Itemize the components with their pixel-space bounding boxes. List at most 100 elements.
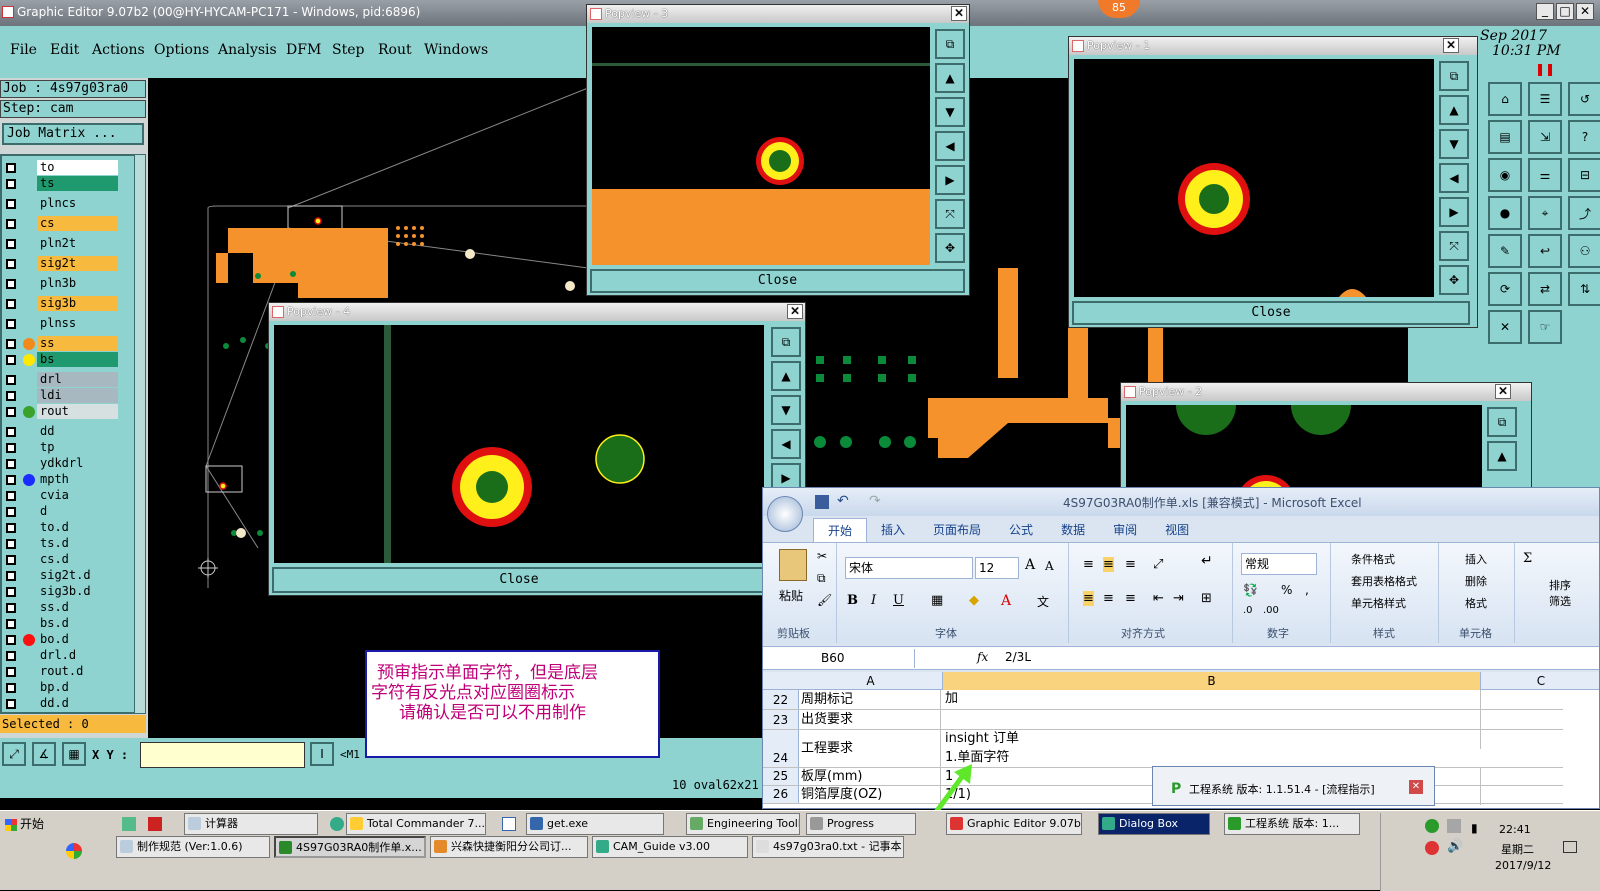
layer-row-mpth[interactable]: mpth xyxy=(4,472,118,487)
connect-icon[interactable]: ⚌ xyxy=(1528,158,1562,192)
pan-right-icon[interactable]: ▶ xyxy=(935,165,965,195)
layer-checkbox[interactable] xyxy=(6,667,16,677)
xy-input[interactable] xyxy=(140,742,305,768)
currency-icon[interactable]: 💱 xyxy=(1243,583,1258,597)
cell-a[interactable]: 出货要求 xyxy=(801,710,941,729)
decimal-increase-icon[interactable]: .0 xyxy=(1243,605,1253,616)
layer-row-d[interactable]: d xyxy=(4,504,118,519)
popview-1-titlebar[interactable]: Popview - 1 ✕ xyxy=(1069,37,1477,55)
align-bottom-icon[interactable]: ≡ xyxy=(1125,557,1136,572)
layer-checkbox[interactable] xyxy=(6,603,16,613)
layer-checkbox[interactable] xyxy=(6,407,16,417)
row-number[interactable]: 24 xyxy=(763,730,799,767)
layer-row-plnss[interactable]: plnss xyxy=(4,316,118,331)
layer-row-ldi[interactable]: ldi xyxy=(4,388,118,403)
tray-icon[interactable] xyxy=(1425,819,1439,833)
layer-row-dd-d[interactable]: dd.d xyxy=(4,696,118,711)
layer-checkbox[interactable] xyxy=(6,299,16,309)
layer-row-pln3b[interactable]: pln3b xyxy=(4,276,118,291)
align-middle-icon[interactable]: ≡ xyxy=(1103,557,1114,572)
network-icon[interactable]: ▮ xyxy=(1471,821,1478,835)
layer-row-sig2t-d[interactable]: sig2t.d xyxy=(4,568,118,583)
layers-icon[interactable]: ☰ xyxy=(1528,82,1562,116)
pan-down-icon[interactable]: ▼ xyxy=(1439,129,1469,159)
layer-checkbox[interactable] xyxy=(6,339,16,349)
layer-row-ss-d[interactable]: ss.d xyxy=(4,600,118,615)
format-cells-button[interactable]: 格式 xyxy=(1465,595,1487,611)
reset-icon[interactable]: ↺ xyxy=(1568,82,1600,116)
taskbar-button[interactable]: 4s97g03ra0.txt - 记事本 xyxy=(752,836,904,858)
flip-icon[interactable]: ⇄ xyxy=(1528,272,1562,306)
layer-row-ts-d[interactable]: ts.d xyxy=(4,536,118,551)
minimize-button[interactable]: _ xyxy=(1536,3,1554,20)
taskbar-button[interactable]: Graphic Editor 9.07b... xyxy=(946,813,1082,835)
layer-checkbox[interactable] xyxy=(6,571,16,581)
taskbar-button[interactable]: 4S97G03RA0制作单.x... xyxy=(274,836,426,858)
align-left-icon[interactable]: ≡ xyxy=(1083,591,1094,606)
popview-3-canvas[interactable] xyxy=(592,27,930,265)
layer-checkbox[interactable] xyxy=(6,355,16,365)
cell-b[interactable] xyxy=(945,710,1481,729)
quicklaunch-icon[interactable] xyxy=(122,817,136,831)
redo-icon[interactable]: ↷ xyxy=(869,493,881,509)
mirror-icon[interactable]: ⇅ xyxy=(1568,272,1600,306)
popview-3-close-icon[interactable]: ✕ xyxy=(951,6,967,21)
row-number[interactable]: 26 xyxy=(763,786,799,803)
popview-1-close-icon[interactable]: ✕ xyxy=(1443,38,1459,53)
ribbon-tab-6[interactable]: 视图 xyxy=(1151,518,1203,542)
zoom-icon[interactable]: ⤢ xyxy=(2,742,26,766)
align-top-icon[interactable]: ≡ xyxy=(1083,557,1094,572)
pan-left-icon[interactable]: ◀ xyxy=(1439,163,1469,193)
taskbar-button[interactable]: Dialog Box xyxy=(1098,813,1210,835)
quicklaunch-icon[interactable] xyxy=(66,843,82,859)
ribbon-tab-5[interactable]: 审阅 xyxy=(1099,518,1151,542)
taskbar-button[interactable]: 工程系统 版本: 1... xyxy=(1224,813,1360,835)
taskbar-button[interactable]: Progress xyxy=(806,813,916,835)
percent-icon[interactable]: % xyxy=(1281,583,1292,597)
word-icon[interactable] xyxy=(502,817,516,831)
row-number[interactable]: 23 xyxy=(763,710,799,729)
maximize-button[interactable]: □ xyxy=(1556,3,1574,20)
info-icon[interactable]: I xyxy=(310,742,334,766)
layer-row-sig2t[interactable]: sig2t xyxy=(4,256,118,271)
layer-row-drl-d[interactable]: drl.d xyxy=(4,648,118,663)
ribbon-tab-2[interactable]: 页面布局 xyxy=(919,518,995,542)
edit-icon[interactable]: ✎ xyxy=(1488,234,1522,268)
font-size-select[interactable]: 12 xyxy=(975,557,1019,579)
layer-checkbox[interactable] xyxy=(6,375,16,385)
layer-row-pln2t[interactable]: pln2t xyxy=(4,236,118,251)
popview-2-canvas[interactable] xyxy=(1126,405,1482,493)
zoom-in-icon[interactable]: ⧉ xyxy=(1439,61,1469,91)
taskbar-button[interactable]: Engineering Toolkit 9... xyxy=(686,813,800,835)
align-right-icon[interactable]: ≡ xyxy=(1125,591,1136,606)
row-number[interactable]: 25 xyxy=(763,768,799,785)
layer-checkbox[interactable] xyxy=(6,491,16,501)
snap-icon[interactable]: ⌖ xyxy=(1528,196,1562,230)
popview-4-close-icon[interactable]: ✕ xyxy=(787,304,803,319)
home-icon[interactable]: ⌂ xyxy=(1488,82,1522,116)
align-center-icon[interactable]: ≡ xyxy=(1103,591,1114,606)
layer-row-ydkdrl[interactable]: ydkdrl xyxy=(4,456,118,471)
layer-row-sig3b-d[interactable]: sig3b.d xyxy=(4,584,118,599)
layer-checkbox[interactable] xyxy=(6,459,16,469)
indent-increase-icon[interactable]: ⇥ xyxy=(1173,591,1184,606)
layer-row-ts[interactable]: ts xyxy=(4,176,118,191)
layer-checkbox[interactable] xyxy=(6,475,16,485)
layer-checkbox[interactable] xyxy=(6,523,16,533)
pdf-icon[interactable] xyxy=(148,817,162,831)
layer-checkbox[interactable] xyxy=(6,219,16,229)
save-icon[interactable] xyxy=(815,495,829,509)
net-icon[interactable]: ⚇ xyxy=(1568,234,1600,268)
ribbon-tab-4[interactable]: 数据 xyxy=(1047,518,1099,542)
layer-row-cvia[interactable]: cvia xyxy=(4,488,118,503)
route-icon[interactable]: ⤴ xyxy=(1568,196,1600,230)
pad-icon[interactable]: ● xyxy=(1488,196,1522,230)
layer-checkbox[interactable] xyxy=(6,619,16,629)
ribbon-tab-1[interactable]: 插入 xyxy=(867,518,919,542)
pan-down-icon[interactable]: ▼ xyxy=(935,97,965,127)
layer-row-rout[interactable]: rout xyxy=(4,404,118,419)
copy-icon[interactable]: ⧉ xyxy=(817,571,826,586)
orientation-icon[interactable]: ⤢ xyxy=(1153,557,1163,572)
menu-file[interactable]: File xyxy=(10,42,37,58)
layer-row-bs[interactable]: bs xyxy=(4,352,118,367)
